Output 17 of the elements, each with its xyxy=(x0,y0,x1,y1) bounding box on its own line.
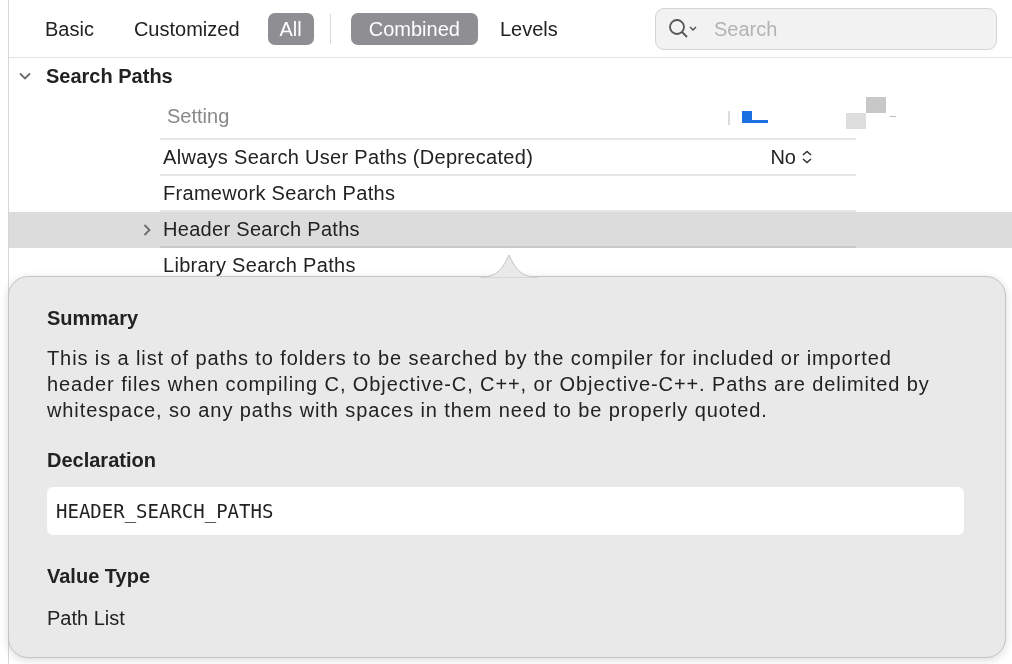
summary-heading: Summary xyxy=(47,306,140,331)
summary-text: This is a list of paths to folders to be searched by the compiler for included or imported header files when compiling C, Objective-C, C++, or Objective-C++. Paths are delimited by whitespace, so any paths with spaces in them need to be properly quoted. xyxy=(47,346,931,423)
section-title: Search Paths xyxy=(46,64,173,89)
declaration-field: HEADER_SEARCH_PATHS xyxy=(47,487,964,535)
value-type-text: Path List xyxy=(47,606,126,631)
view-tab[interactable]: Levels xyxy=(481,12,576,45)
search-field[interactable]: Search xyxy=(655,7,997,50)
filter-tab[interactable]: Basic xyxy=(33,12,106,45)
declaration-heading: Declaration xyxy=(47,448,157,473)
stepper-icon xyxy=(802,150,812,164)
value-popup[interactable]: No xyxy=(770,142,812,172)
search-icon xyxy=(668,17,700,40)
search-input[interactable]: Search xyxy=(714,13,974,44)
filter-tab[interactable]: Customized xyxy=(121,12,252,45)
setting-row[interactable]: Always Search User Paths (Deprecated) No xyxy=(160,140,856,176)
value-type-heading: Value Type xyxy=(47,564,151,589)
column-header: Setting xyxy=(167,104,230,129)
